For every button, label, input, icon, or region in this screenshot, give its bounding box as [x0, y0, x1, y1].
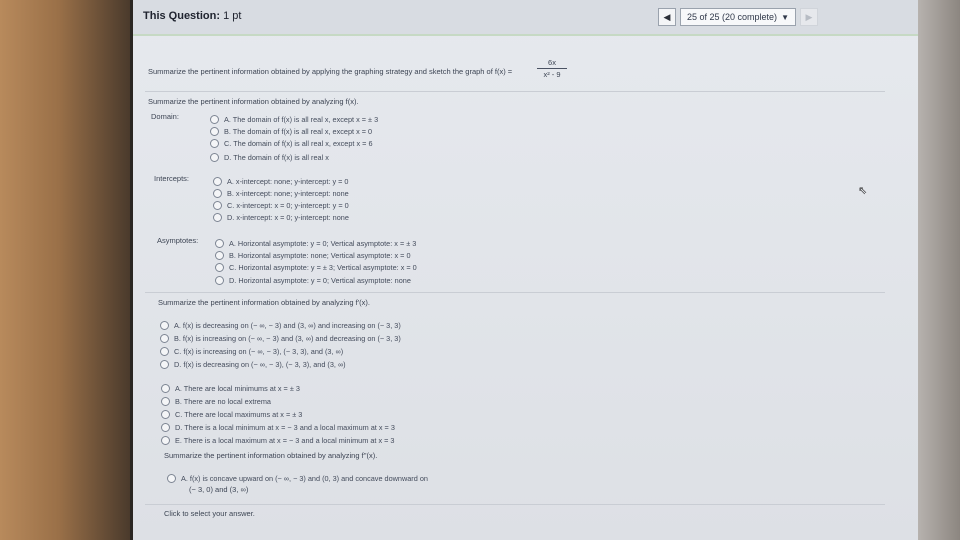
prompt-text: Summarize the pertinent information obta…: [148, 67, 513, 76]
asymptotes-label: Asymptotes:: [157, 236, 199, 245]
triangle-right-icon: ▶: [805, 11, 813, 22]
radio-button[interactable]: [215, 263, 224, 272]
radio-button[interactable]: [210, 127, 219, 136]
function-fraction: 6x x² - 9: [537, 58, 567, 79]
monitor-screen: This Question: 1 pt ◀ 25 of 25 (20 compl…: [130, 0, 918, 540]
radio-button[interactable]: [215, 276, 224, 285]
footer-hint: Click to select your answer.: [164, 509, 255, 518]
monotonic-option-a[interactable]: A. f(x) is decreasing on (− ∞, − 3) and …: [160, 321, 401, 330]
radio-button[interactable]: [213, 189, 222, 198]
radio-button[interactable]: [160, 360, 169, 369]
radio-button[interactable]: [215, 251, 224, 260]
radio-button[interactable]: [210, 139, 219, 148]
asymptotes-option-c[interactable]: C. Horizontal asymptote: y = ± 3; Vertic…: [215, 263, 417, 272]
radio-button[interactable]: [161, 436, 170, 445]
previous-question-button[interactable]: ◀: [658, 8, 676, 26]
intercepts-option-d[interactable]: D. x-intercept: x = 0; y-intercept: none: [213, 213, 349, 222]
domain-option-d[interactable]: D. The domain of f(x) is all real x: [210, 153, 329, 162]
monotonic-option-c[interactable]: C. f(x) is increasing on (− ∞, − 3), (− …: [160, 347, 343, 356]
fraction-numerator: 6x: [537, 58, 567, 69]
concavity-option-a-continued: (− 3, 0) and (3, ∞): [189, 485, 249, 494]
caret-down-icon: ▼: [781, 12, 789, 22]
extrema-option-e[interactable]: E. There is a local maximum at x = − 3 a…: [161, 436, 394, 445]
radio-button[interactable]: [210, 115, 219, 124]
part1-heading: Summarize the pertinent information obta…: [148, 97, 359, 106]
monotonic-option-b[interactable]: B. f(x) is increasing on (− ∞, − 3) and …: [160, 334, 401, 343]
question-header: This Question: 1 pt ◀ 25 of 25 (20 compl…: [133, 0, 918, 35]
domain-option-c[interactable]: C. The domain of f(x) is all real x, exc…: [210, 139, 373, 148]
mouse-pointer-icon: ⇖: [858, 185, 868, 197]
radio-button[interactable]: [161, 397, 170, 406]
asymptotes-option-b[interactable]: B. Horizontal asymptote: none; Vertical …: [215, 251, 411, 260]
question-title: This Question: 1 pt: [143, 10, 241, 22]
radio-button[interactable]: [161, 423, 170, 432]
radio-button[interactable]: [213, 201, 222, 210]
monotonic-option-d[interactable]: D. f(x) is decreasing on (− ∞, − 3), (− …: [160, 360, 346, 369]
next-question-button[interactable]: ▶: [799, 8, 818, 26]
extrema-option-d[interactable]: D. There is a local minimum at x = − 3 a…: [161, 423, 395, 432]
section-divider: [145, 91, 885, 92]
intercepts-option-c[interactable]: C. x-intercept: x = 0; y-intercept: y = …: [213, 201, 349, 210]
extrema-option-b[interactable]: B. There are no local extrema: [161, 397, 271, 406]
section-divider: [145, 504, 885, 505]
part3-heading: Summarize the pertinent information obta…: [164, 451, 378, 460]
header-divider: [133, 34, 918, 36]
domain-option-b[interactable]: B. The domain of f(x) is all real x, exc…: [210, 127, 372, 136]
domain-option-a[interactable]: A. The domain of f(x) is all real x, exc…: [210, 115, 378, 124]
radio-button[interactable]: [161, 410, 170, 419]
radio-button[interactable]: [160, 321, 169, 330]
question-navigator: ◀ 25 of 25 (20 complete) ▼ ▶: [658, 8, 818, 26]
radio-button[interactable]: [213, 213, 222, 222]
fraction-denominator: x² - 9: [543, 70, 561, 79]
triangle-left-icon: ◀: [663, 11, 671, 22]
question-label: This Question:: [143, 10, 220, 22]
background-wall-left: [0, 0, 130, 540]
extrema-option-a[interactable]: A. There are local minimums at x = ± 3: [161, 384, 300, 393]
asymptotes-option-a[interactable]: A. Horizontal asymptote: y = 0; Vertical…: [215, 239, 416, 248]
intercepts-label: Intercepts:: [154, 174, 190, 183]
radio-button[interactable]: [161, 384, 170, 393]
question-progress-dropdown[interactable]: 25 of 25 (20 complete) ▼: [680, 8, 796, 26]
part2-heading: Summarize the pertinent information obta…: [158, 298, 370, 307]
radio-button[interactable]: [160, 334, 169, 343]
radio-button[interactable]: [160, 347, 169, 356]
section-divider: [145, 292, 885, 293]
domain-label: Domain:: [151, 112, 179, 121]
radio-button[interactable]: [210, 153, 219, 162]
extrema-option-c[interactable]: C. There are local maximums at x = ± 3: [161, 410, 302, 419]
radio-button[interactable]: [167, 474, 176, 483]
radio-button[interactable]: [215, 239, 224, 248]
points-value: 1 pt: [223, 10, 242, 22]
concavity-option-a[interactable]: A. f(x) is concave upward on (− ∞, − 3) …: [167, 474, 428, 483]
intercepts-option-a[interactable]: A. x-intercept: none; y-intercept: y = 0: [213, 177, 348, 186]
progress-text: 25 of 25 (20 complete): [687, 12, 778, 22]
intercepts-option-b[interactable]: B. x-intercept: none; y-intercept: none: [213, 189, 349, 198]
asymptotes-option-d[interactable]: D. Horizontal asymptote: y = 0; Vertical…: [215, 276, 411, 285]
radio-button[interactable]: [213, 177, 222, 186]
